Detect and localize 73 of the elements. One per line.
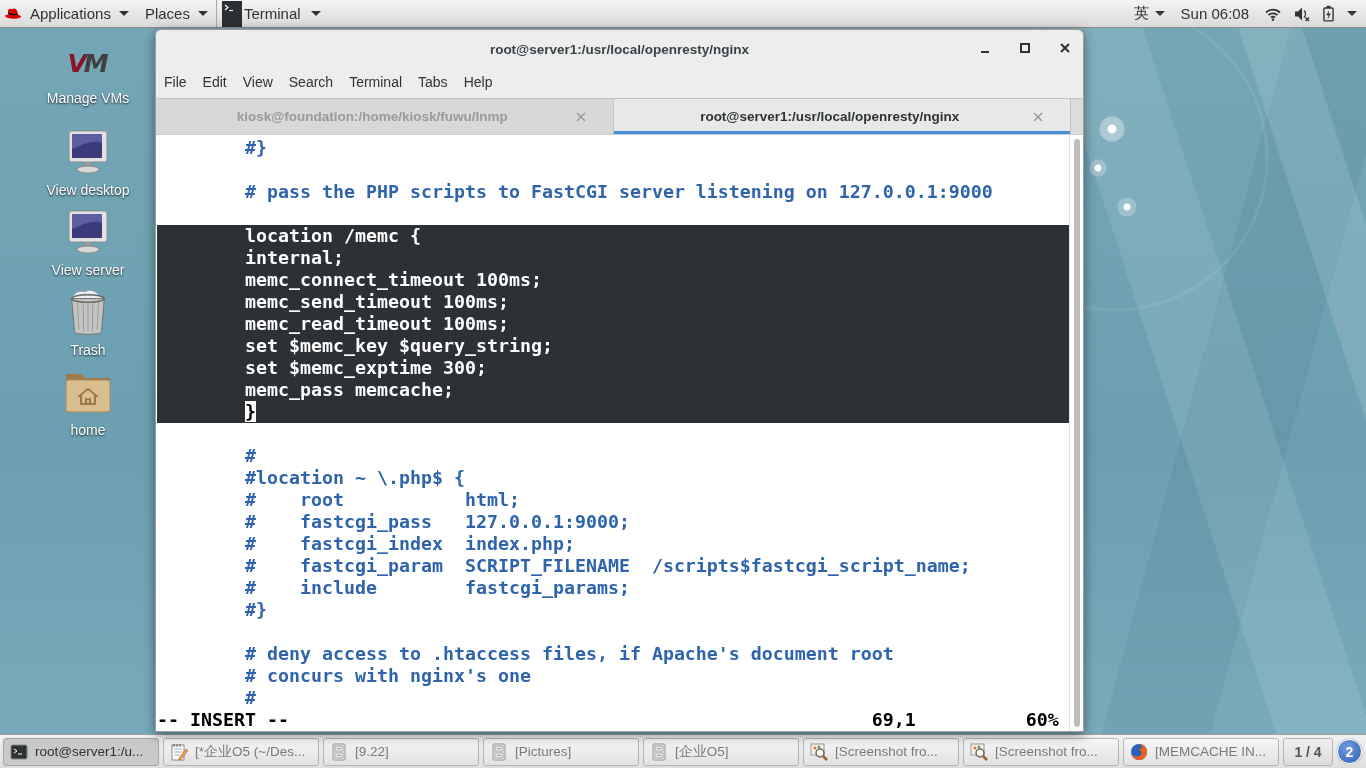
- notepad-pencil-icon: [170, 742, 188, 761]
- desktop-launcher[interactable]: VM Manage VMs: [44, 48, 132, 128]
- taskbar-button[interactable]: root@server1:/u...: [3, 737, 159, 766]
- comment-line: # include fastcgi_params;: [245, 577, 630, 598]
- code-line: internal;: [245, 247, 344, 268]
- battery-charging-icon: [1323, 5, 1334, 22]
- close-icon: [1033, 111, 1043, 122]
- code-line: location /memc {: [245, 225, 421, 246]
- app-menu[interactable]: Terminal: [216, 0, 327, 27]
- image-magnifier-icon: [810, 742, 828, 761]
- code-line: memc_send_timeout 100ms;: [245, 291, 509, 312]
- code-line: memc_read_timeout 100ms;: [245, 313, 509, 334]
- code-line: memc_pass memcache;: [245, 379, 454, 400]
- comment-line: # deny access to .htaccess files, if Apache's document root: [245, 643, 894, 664]
- taskbar-button[interactable]: [*企业O5 (~/Des...: [163, 737, 319, 766]
- maximize-icon: [1020, 43, 1030, 53]
- image-magnifier-icon: [970, 742, 988, 761]
- comment-line: # pass the PHP scripts to FastCGI server listening on 127.0.0.1:9000: [245, 181, 993, 202]
- scrollbar-thumb[interactable]: [1073, 139, 1080, 727]
- menu-item[interactable]: Search: [280, 70, 342, 94]
- caret-icon: [118, 11, 129, 16]
- scroll-percentage: 60%: [1025, 709, 1059, 731]
- menu-item[interactable]: Terminal: [341, 70, 411, 94]
- taskbar-button[interactable]: [Screenshot fro...: [803, 737, 959, 766]
- comment-line: # fastcgi_index index.php;: [245, 533, 575, 554]
- comment-line: # fastcgi_pass 127.0.0.1:9000;: [245, 511, 630, 532]
- tab[interactable]: root@server1:/usr/local/openresty/nginx: [613, 99, 1071, 134]
- menu-item[interactable]: File: [156, 70, 195, 94]
- code-line: set $memc_exptime 300;: [245, 357, 487, 378]
- comment-line: # fastcgi_param SCRIPT_FILENAME /scripts$fastcgi_script_name;: [245, 555, 971, 576]
- clock[interactable]: Sun 06:08: [1178, 5, 1251, 22]
- menu-item[interactable]: Tabs: [410, 70, 456, 94]
- terminal-icon: [10, 742, 28, 761]
- code-line: set $memc_key $query_string;: [245, 335, 553, 356]
- caret-icon: [1347, 11, 1357, 16]
- comment-line: #location ~ \.php$ {: [245, 467, 465, 488]
- window-title: root@server1:/usr/local/openresty/nginx: [489, 40, 750, 57]
- comment-line: #: [245, 687, 256, 708]
- menu-item[interactable]: View: [234, 70, 281, 94]
- speaker-muted-icon: [1294, 5, 1310, 22]
- caret-icon: [310, 11, 321, 16]
- comment-line: # root html;: [245, 489, 520, 510]
- comment-line: #: [245, 445, 256, 466]
- menu-item[interactable]: Edit: [194, 70, 235, 94]
- caret-icon: [197, 11, 208, 16]
- taskbar-button[interactable]: [企业O5]: [643, 737, 799, 766]
- caret-icon: [1154, 11, 1165, 16]
- wifi-icon: [1265, 6, 1281, 21]
- notification-counter[interactable]: 2: [1337, 739, 1362, 764]
- file-cabinet-icon: [490, 742, 508, 761]
- file-cabinet-icon: [650, 742, 668, 761]
- close-icon: [1060, 43, 1070, 53]
- minimize-icon: [981, 51, 989, 53]
- comment-line: #}: [245, 137, 267, 158]
- comment-line: #}: [245, 599, 267, 620]
- file-cabinet-icon: [330, 742, 348, 761]
- workspace-switcher[interactable]: 1 / 4: [1283, 737, 1333, 766]
- close-icon: [575, 111, 586, 122]
- top-bar-menu[interactable]: Places: [136, 0, 216, 27]
- vim-mode-indicator: -- INSERT --: [157, 709, 289, 731]
- taskbar-button[interactable]: [Screenshot fro...: [963, 737, 1119, 766]
- input-method-menu[interactable]: 英: [1119, 0, 1179, 27]
- taskbar-button[interactable]: [9.22]: [323, 737, 479, 766]
- menu-item[interactable]: Help: [455, 70, 501, 94]
- taskbar-button[interactable]: [Pictures]: [483, 737, 639, 766]
- globe-icon: [1130, 742, 1148, 761]
- hat-logo-icon: [4, 6, 22, 21]
- cursor-position: 69,1: [871, 709, 916, 731]
- top-bar-menu[interactable]: Applications: [22, 0, 137, 27]
- code-line: memc_connect_timeout 100ms;: [245, 269, 542, 290]
- taskbar-button[interactable]: [MEMCACHE IN...: [1123, 737, 1279, 766]
- comment-line: # concurs with nginx's one: [245, 665, 531, 686]
- terminal-icon: [221, 0, 242, 27]
